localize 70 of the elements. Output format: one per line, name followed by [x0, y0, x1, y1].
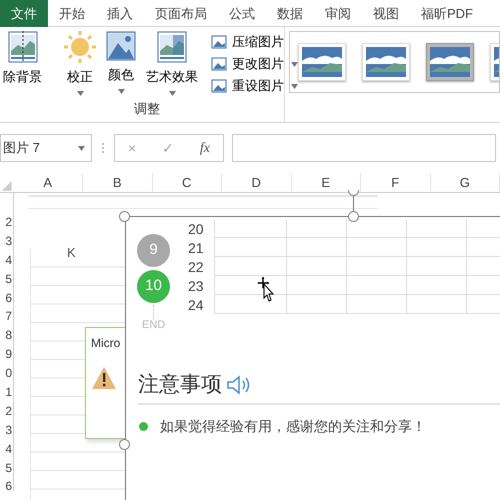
- name-box[interactable]: 图片 7: [0, 134, 92, 162]
- resize-handle[interactable]: [119, 211, 130, 222]
- row-number: 23: [188, 278, 204, 294]
- row-header[interactable]: 6: [0, 477, 13, 491]
- row-header[interactable]: 3: [0, 232, 13, 251]
- bullet-dot: [139, 422, 148, 431]
- insert-function-button[interactable]: fx: [196, 138, 214, 158]
- column-header[interactable]: G: [430, 173, 500, 192]
- sun-icon: [64, 31, 96, 63]
- ribbon-tab[interactable]: 视图: [362, 0, 410, 27]
- column-header[interactable]: D: [222, 173, 292, 192]
- row-number: 20: [188, 221, 204, 237]
- end-label: END: [142, 318, 166, 333]
- column-header[interactable]: C: [152, 173, 222, 192]
- row-header[interactable]: 4: [0, 440, 13, 459]
- ribbon-button[interactable]: 颜色: [103, 27, 139, 97]
- row-header[interactable]: 7: [0, 307, 13, 326]
- row-header[interactable]: 4: [0, 250, 13, 270]
- picture-icon: [209, 33, 229, 51]
- caret-icon: [78, 146, 85, 150]
- step-circle: 10: [137, 270, 170, 303]
- step-circle: 9: [137, 234, 170, 267]
- selected-picture[interactable]: 20 21 22 23 24 9 10 END 注意事项 如果觉得经验有用，感谢您的关注和分享！: [125, 216, 500, 500]
- row-number: 21: [188, 240, 204, 256]
- ribbon-button[interactable]: 校正: [61, 27, 99, 97]
- ribbon-button[interactable]: 除背景: [0, 27, 45, 97]
- move-cursor-icon: [257, 276, 275, 302]
- row-number: 24: [188, 297, 204, 313]
- row-header[interactable]: 8: [0, 326, 13, 346]
- grip-icon: [100, 141, 106, 155]
- ribbon-tab[interactable]: 数据: [266, 0, 314, 27]
- formula-input[interactable]: [232, 134, 496, 162]
- column-header[interactable]: A: [14, 173, 83, 192]
- row-header[interactable]: 3: [0, 420, 13, 440]
- picture-icon: [106, 31, 136, 61]
- ribbon-button[interactable]: 重设图片: [209, 75, 298, 97]
- picture-icon: [157, 31, 187, 63]
- row-header[interactable]: 0: [0, 364, 13, 384]
- ribbon-button[interactable]: 更改图片: [209, 53, 298, 75]
- picture-icon: [209, 77, 229, 95]
- ribbon-button[interactable]: 艺术效果: [143, 27, 201, 97]
- picture-style[interactable]: [426, 43, 474, 81]
- ribbon-tab[interactable]: 页面布局: [144, 0, 218, 27]
- row-header[interactable]: 5: [0, 270, 13, 289]
- tip-text: 如果觉得经验有用，感谢您的关注和分享！: [160, 417, 426, 436]
- row-header[interactable]: 6: [0, 288, 13, 308]
- group-label: 调整: [133, 100, 161, 118]
- row-number: 22: [188, 259, 204, 275]
- row-header[interactable]: 2: [0, 213, 13, 232]
- ribbon-tab[interactable]: 插入: [96, 0, 144, 27]
- ribbon-tab[interactable]: 文件: [0, 0, 48, 27]
- row-header[interactable]: 2: [0, 402, 13, 421]
- rotation-handle[interactable]: [348, 190, 359, 196]
- warning-icon: [91, 366, 117, 390]
- picture-icon: [209, 55, 229, 73]
- dialog-title: Micro: [91, 335, 122, 352]
- column-header[interactable]: B: [83, 173, 152, 192]
- remove-background-icon: [8, 31, 38, 63]
- ribbon-button[interactable]: 压缩图片: [209, 31, 298, 53]
- row-header[interactable]: 9: [0, 345, 13, 364]
- row-header[interactable]: 5: [0, 458, 13, 478]
- ribbon-tab[interactable]: 开始: [48, 0, 96, 27]
- ribbon-tab[interactable]: 公式: [218, 0, 266, 27]
- resize-handle[interactable]: [348, 211, 359, 222]
- tip-title: 注意事项: [138, 372, 222, 398]
- ribbon-tab[interactable]: 福昕PDF: [410, 0, 484, 27]
- row-header[interactable]: 1: [0, 383, 13, 402]
- column-header[interactable]: F: [361, 173, 430, 192]
- ribbon-tab[interactable]: 审阅: [314, 0, 362, 27]
- speaker-icon[interactable]: [226, 374, 252, 395]
